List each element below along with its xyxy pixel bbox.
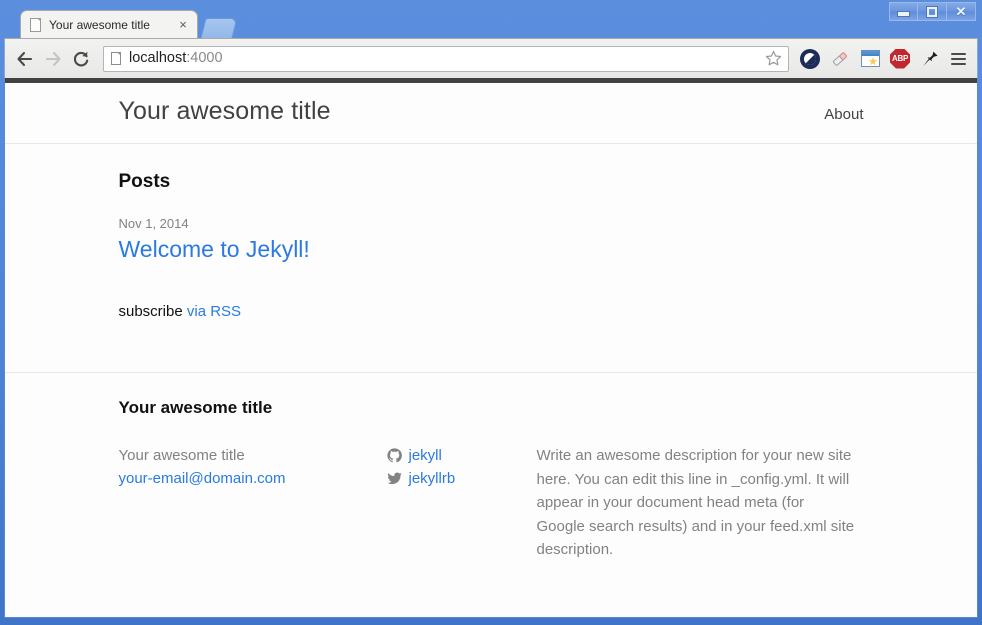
posts-heading: Posts [118,171,171,192]
eraser-extension-icon[interactable] [825,44,855,74]
github-link[interactable]: jekyll [409,444,442,467]
browser-toolbar: localhost:4000 ABP [4,38,978,78]
new-tab-button[interactable] [200,18,238,38]
pin-extension-icon[interactable] [915,44,945,74]
post-date: Nov 1, 2014 [118,216,189,231]
footer-social-column: jekyll jekyllrb [387,444,537,562]
rss-link[interactable]: via RSS [187,303,241,320]
page-content-root: Your awesome title About Posts Nov 1, 20… [5,83,977,562]
bookmark-star-icon[interactable] [762,48,784,70]
subscribe-label: subscribe [118,303,187,321]
footer-columns: Your awesome title your-email@domain.com [119,444,864,562]
social-item-twitter: jekyllrb [387,467,537,490]
browser-window: ✕ Your awesome title × localhost:4000 AB… [0,0,982,625]
nav-item-about[interactable]: About [824,106,863,123]
site-title[interactable]: Your awesome title [119,99,331,124]
footer-description: Write an awesome description for your ne… [536,447,855,559]
post-title-link[interactable]: Welcome to Jekyll! [119,235,864,265]
contact-email-item: your-email@domain.com [119,467,387,490]
main-content: Posts Nov 1, 2014 Welcome to Jekyll! sub… [5,144,977,372]
chrome-menu-button[interactable] [945,45,971,73]
twitter-link[interactable]: jekyllrb [409,467,456,490]
contact-list: Your awesome title your-email@domain.com [119,444,387,491]
contact-email-link[interactable]: your-email@domain.com [119,470,286,487]
footer-contact-column: Your awesome title your-email@domain.com [119,444,387,562]
footer-description-column: Write an awesome description for your ne… [537,444,864,562]
tab-active[interactable]: Your awesome title × [20,10,198,38]
forward-button[interactable] [39,45,67,73]
tab-title: Your awesome title [49,18,150,31]
page-favicon-icon [30,17,42,32]
url-text: localhost:4000 [129,51,762,66]
rss-subscribe: subscribe via RSS [119,301,864,322]
footer-heading: Your awesome title [118,398,273,417]
tab-strip: Your awesome title × [0,0,982,38]
site-favicon-icon [111,52,122,65]
site-header: Your awesome title About [5,83,977,144]
contact-name: Your awesome title [118,447,245,464]
back-button[interactable] [11,45,39,73]
social-list: jekyll jekyllrb [387,444,537,491]
opera-extension-icon[interactable] [795,44,825,74]
adblock-plus-icon[interactable]: ABP [885,44,915,74]
extension-toolbar: ABP [795,44,971,74]
post-list-item: Nov 1, 2014 Welcome to Jekyll! [119,215,864,265]
url-port: :4000 [186,51,223,66]
site-nav: About [824,106,863,123]
site-footer: Your awesome title Your awesome title yo… [5,372,977,562]
twitter-icon [387,471,403,487]
url-host: localhost [129,51,187,66]
page-viewport: Your awesome title About Posts Nov 1, 20… [4,78,978,618]
address-bar[interactable]: localhost:4000 [103,45,789,72]
social-item-github: jekyll [387,444,537,467]
github-icon [387,448,403,464]
note-extension-icon[interactable] [855,44,885,74]
tab-close-icon[interactable]: × [175,17,191,33]
reload-button[interactable] [67,45,95,73]
